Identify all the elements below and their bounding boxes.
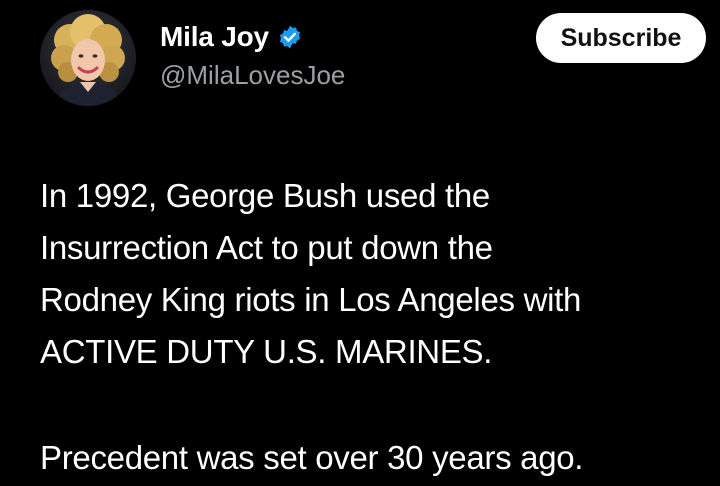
author-handle[interactable]: @MilaLovesJoe bbox=[160, 60, 345, 91]
author-block: Mila Joy @MilaLovesJoe bbox=[160, 18, 345, 91]
post-text-line: ACTIVE DUTY U.S. MARINES. bbox=[40, 333, 493, 370]
post-text-line: Insurrection Act to put down the bbox=[40, 229, 493, 266]
post-text-line: Rodney King riots in Los Angeles with bbox=[40, 281, 582, 318]
author-name-row: Mila Joy bbox=[160, 18, 345, 56]
post-text: In 1992, George Bush used the Insurrecti… bbox=[40, 170, 710, 378]
post-text-line: In 1992, George Bush used the bbox=[40, 177, 490, 214]
subscribe-button[interactable]: Subscribe bbox=[536, 13, 706, 63]
avatar-image bbox=[40, 10, 136, 106]
author-display-name[interactable]: Mila Joy bbox=[160, 21, 269, 53]
verified-badge-icon bbox=[277, 24, 303, 50]
avatar[interactable] bbox=[40, 10, 136, 106]
post-text-paragraph-2: Precedent was set over 30 years ago. bbox=[40, 439, 584, 476]
post-card: Mila Joy @MilaLovesJoe Subscribe In 1992… bbox=[0, 0, 720, 486]
